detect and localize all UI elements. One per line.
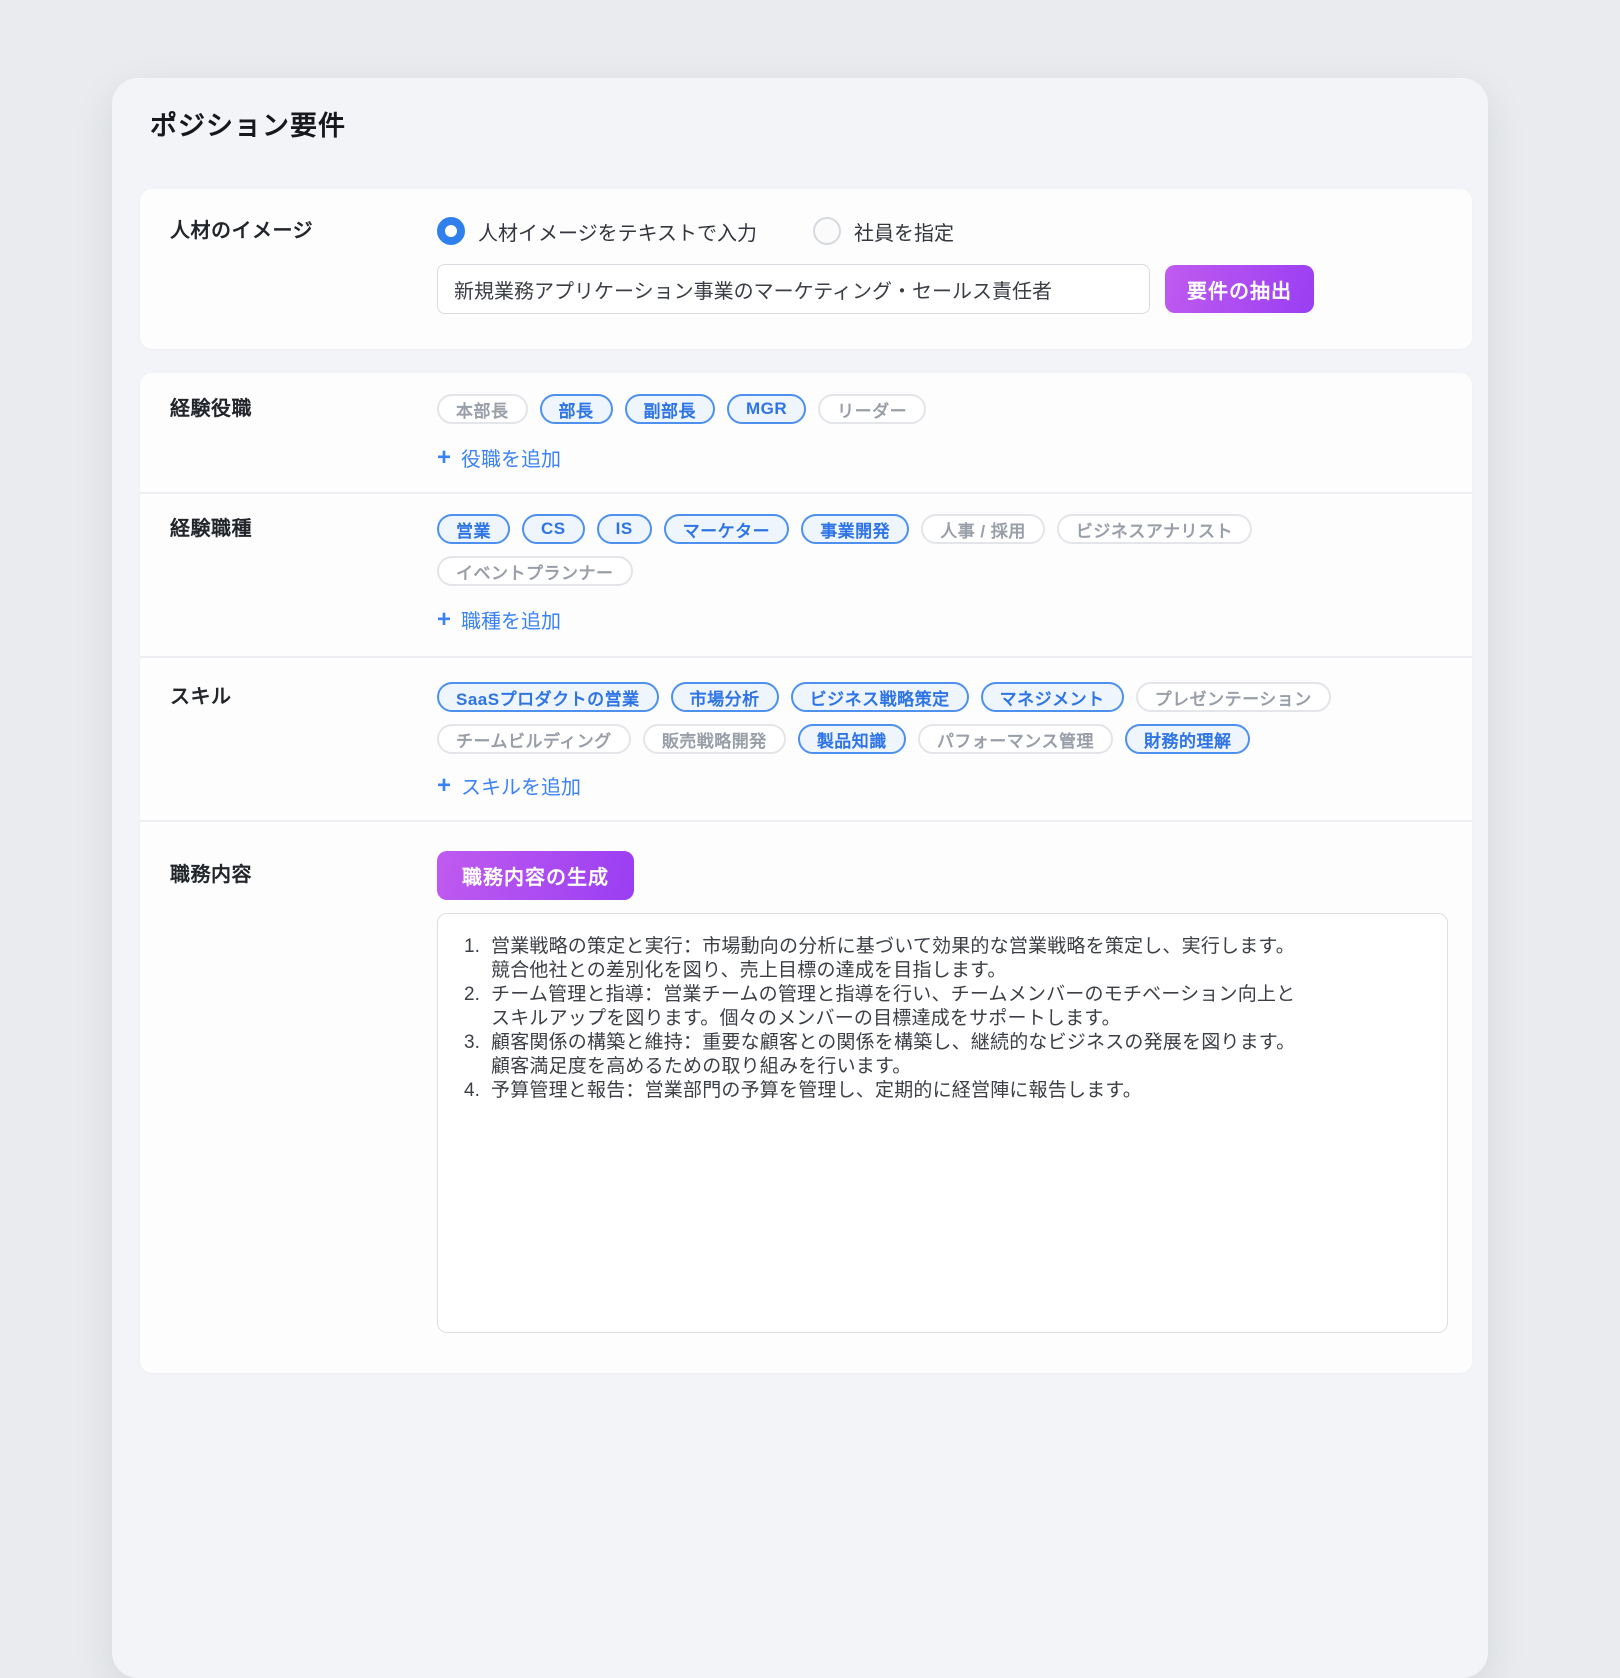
role-tag[interactable]: リーダー: [818, 394, 926, 424]
skill-tag[interactable]: 市場分析: [671, 682, 779, 712]
skill-tag[interactable]: ビジネス戦略策定: [791, 682, 969, 712]
requirements-group: 経験役職 本部長 部長 副部長 MGR リーダー + 役職を追加 経験職種: [140, 373, 1472, 1373]
add-skill-label: スキルを追加: [461, 771, 581, 800]
talent-image-radio-row: 人材イメージをテキストで入力 社員を指定: [437, 216, 1448, 246]
skill-tag[interactable]: チームビルディング: [437, 724, 631, 754]
job-type-tag[interactable]: 営業: [437, 514, 510, 544]
add-job-type-link[interactable]: + 職種を追加: [437, 605, 561, 634]
job-item-line: チーム管理と指導：営業チームの管理と指導を行い、チームメンバーのモチベーション向…: [491, 983, 1421, 1007]
skill-tag[interactable]: 販売戦略開発: [643, 724, 786, 754]
skill-tag[interactable]: マネジメント: [981, 682, 1124, 712]
job-item-number: 2.: [464, 983, 491, 1031]
roles-pills: 本部長 部長 副部長 MGR リーダー: [437, 394, 1448, 424]
position-requirements-card: ポジション要件 人材のイメージ 人材イメージをテキストで入力 社員を指定 要件の…: [112, 78, 1488, 1678]
plus-icon: +: [437, 776, 451, 796]
radio-specify-employee-label[interactable]: 社員を指定: [854, 217, 954, 246]
job-type-tag[interactable]: IS: [597, 514, 652, 544]
job-description-item: 2. チーム管理と指導：営業チームの管理と指導を行い、チームメンバーのモチベーシ…: [464, 983, 1421, 1031]
roles-row: 経験役職 本部長 部長 副部長 MGR リーダー + 役職を追加: [140, 373, 1472, 492]
job-description-textarea[interactable]: 1. 営業戦略の策定と実行：市場動向の分析に基づいて効果的な営業戦略を策定し、実…: [437, 913, 1448, 1333]
talent-image-input[interactable]: [437, 264, 1150, 314]
job-type-tag[interactable]: 人事 / 採用: [921, 514, 1045, 544]
job-item-number: 1.: [464, 935, 491, 983]
add-skill-link[interactable]: + スキルを追加: [437, 771, 581, 800]
job-description-item: 3. 顧客関係の構築と維持：重要な顧客との関係を構築し、継続的なビジネスの発展を…: [464, 1031, 1421, 1079]
skill-tag[interactable]: 財務的理解: [1125, 724, 1251, 754]
plus-icon: +: [437, 610, 451, 630]
job-description-item: 4. 予算管理と報告：営業部門の予算を管理し、定期的に経営陣に報告します。: [464, 1079, 1421, 1103]
job-item-line: 顧客関係の構築と維持：重要な顧客との関係を構築し、継続的なビジネスの発展を図りま…: [491, 1031, 1421, 1055]
job-type-tag[interactable]: ビジネスアナリスト: [1057, 514, 1252, 544]
skill-pills: SaaSプロダクトの営業 市場分析 ビジネス戦略策定 マネジメント プレゼンテー…: [437, 682, 1357, 754]
job-type-tag[interactable]: 事業開発: [801, 514, 909, 544]
talent-image-section: 人材のイメージ 人材イメージをテキストで入力 社員を指定 要件の抽出: [140, 189, 1472, 349]
job-description-item: 1. 営業戦略の策定と実行：市場動向の分析に基づいて効果的な営業戦略を策定し、実…: [464, 935, 1421, 983]
add-role-label: 役職を追加: [461, 443, 561, 472]
skill-tag[interactable]: SaaSプロダクトの営業: [437, 682, 659, 712]
job-item-line: 顧客満足度を高めるための取り組みを行います。: [491, 1055, 1421, 1079]
job-type-tag[interactable]: CS: [522, 514, 585, 544]
job-item-line: 予算管理と報告：営業部門の予算を管理し、定期的に経営陣に報告します。: [491, 1079, 1421, 1103]
skills-label: スキル: [170, 682, 437, 800]
job-description-row: 職務内容 職務内容の生成 1. 営業戦略の策定と実行：市場動向の分析に基づいて効…: [140, 820, 1472, 1373]
extract-requirements-button[interactable]: 要件の抽出: [1165, 265, 1314, 313]
job-item-number: 3.: [464, 1031, 491, 1079]
skill-tag[interactable]: 製品知識: [798, 724, 906, 754]
roles-label: 経験役職: [170, 394, 437, 472]
role-tag[interactable]: 副部長: [625, 394, 716, 424]
talent-image-label: 人材のイメージ: [170, 216, 437, 349]
job-item-line: 営業戦略の策定と実行：市場動向の分析に基づいて効果的な営業戦略を策定し、実行しま…: [491, 935, 1421, 959]
job-types-row: 経験職種 営業 CS IS マーケター 事業開発 人事 / 採用 ビジネスアナリ…: [140, 492, 1472, 656]
add-role-link[interactable]: + 役職を追加: [437, 443, 561, 472]
job-description-label: 職務内容: [170, 851, 437, 1333]
job-type-pills: 営業 CS IS マーケター 事業開発 人事 / 採用 ビジネスアナリスト イベ…: [437, 514, 1448, 586]
role-tag[interactable]: 部長: [540, 394, 613, 424]
job-types-label: 経験職種: [170, 514, 437, 634]
role-tag[interactable]: 本部長: [437, 394, 528, 424]
radio-specify-employee[interactable]: [813, 217, 841, 245]
generate-job-description-button[interactable]: 職務内容の生成: [437, 851, 634, 900]
skills-row: スキル SaaSプロダクトの営業 市場分析 ビジネス戦略策定 マネジメント プレ…: [140, 656, 1472, 820]
radio-text-input-label[interactable]: 人材イメージをテキストで入力: [478, 217, 757, 246]
add-job-type-label: 職種を追加: [461, 605, 561, 634]
skill-tag[interactable]: パフォーマンス管理: [918, 724, 1113, 754]
job-type-tag[interactable]: イベントプランナー: [437, 556, 633, 586]
job-type-tag[interactable]: マーケター: [664, 514, 790, 544]
job-item-line: スキルアップを図ります。個々のメンバーの目標達成をサポートします。: [491, 1007, 1421, 1031]
job-item-number: 4.: [464, 1079, 491, 1103]
skill-tag[interactable]: プレゼンテーション: [1136, 682, 1331, 712]
page-title: ポジション要件: [150, 104, 1472, 143]
plus-icon: +: [437, 448, 451, 468]
role-tag[interactable]: MGR: [727, 394, 806, 424]
job-item-line: 競合他社との差別化を図り、売上目標の達成を目指します。: [491, 959, 1421, 983]
radio-text-input[interactable]: [437, 217, 465, 245]
